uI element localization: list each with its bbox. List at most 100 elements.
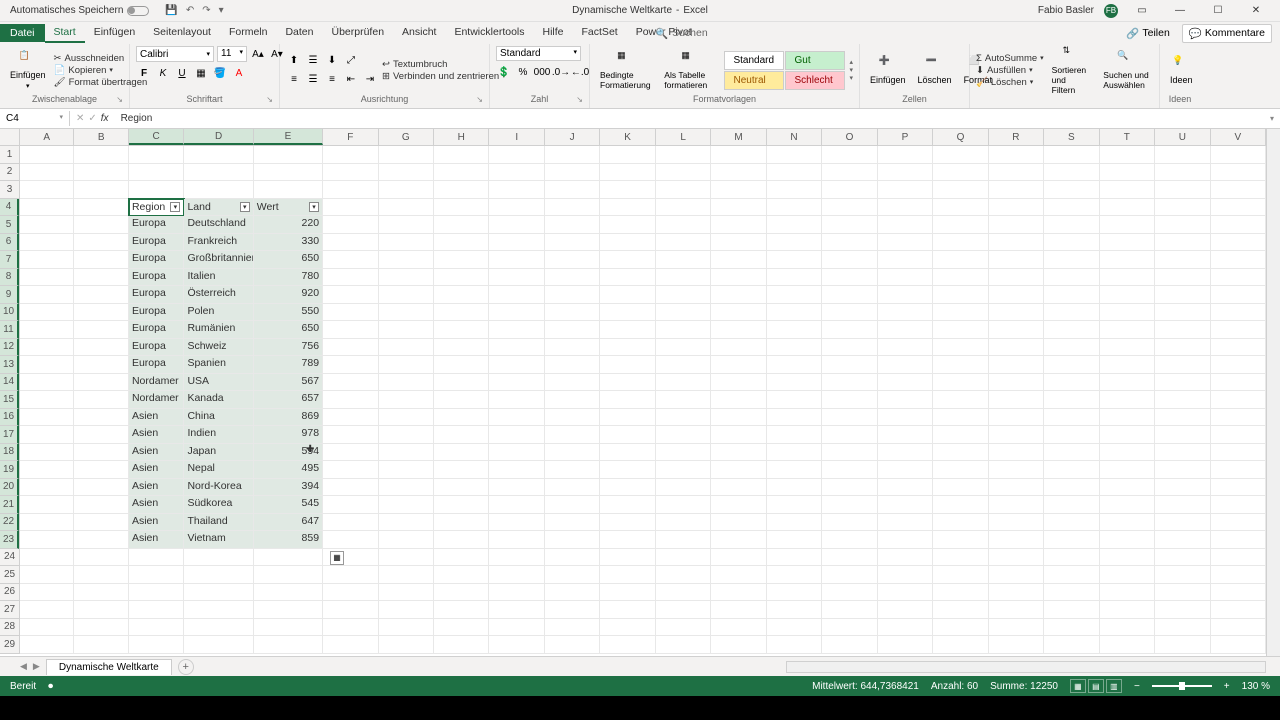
cell-B16[interactable] [74, 409, 128, 427]
cell-A10[interactable] [20, 304, 74, 322]
cell-S18[interactable] [1044, 444, 1099, 462]
cell-Q15[interactable] [933, 391, 988, 409]
cell-S21[interactable] [1044, 496, 1099, 514]
col-header-F[interactable]: F [323, 129, 378, 145]
cell-R16[interactable] [989, 409, 1044, 427]
cell-M17[interactable] [711, 426, 766, 444]
cell-H14[interactable] [434, 374, 489, 392]
tab-start[interactable]: Start [45, 23, 85, 43]
cell-K18[interactable] [600, 444, 655, 462]
row-header-3[interactable]: 3 [0, 181, 19, 199]
cell-P19[interactable] [878, 461, 933, 479]
cell-J20[interactable] [545, 479, 600, 497]
cell-T18[interactable] [1100, 444, 1155, 462]
cell-M8[interactable] [711, 269, 766, 287]
filter-dropdown-icon[interactable]: ▾ [309, 202, 319, 212]
cell-M1[interactable] [711, 146, 766, 164]
cell-N19[interactable] [767, 461, 822, 479]
cell-L21[interactable] [656, 496, 711, 514]
cell-F3[interactable] [323, 181, 378, 199]
cell-L23[interactable] [656, 531, 711, 549]
cell-H12[interactable] [434, 339, 489, 357]
delete-cells-button[interactable]: ➖Löschen [914, 53, 956, 87]
row-header-5[interactable]: 5 [0, 216, 19, 234]
cell-C15[interactable]: Nordamer [129, 391, 184, 409]
cell-R7[interactable] [989, 251, 1044, 269]
cell-T29[interactable] [1100, 636, 1155, 654]
cell-Q9[interactable] [933, 286, 988, 304]
col-header-R[interactable]: R [989, 129, 1044, 145]
cell-A17[interactable] [20, 426, 74, 444]
cell-T26[interactable] [1100, 584, 1155, 602]
name-box[interactable]: C4▾ [0, 111, 70, 126]
share-button[interactable]: 🔗 Teilen [1120, 25, 1176, 42]
style-schlecht[interactable]: Schlecht [785, 71, 845, 90]
cell-O28[interactable] [822, 619, 877, 637]
tab-hilfe[interactable]: Hilfe [534, 23, 573, 43]
cell-E23[interactable]: 859 [254, 531, 323, 549]
cell-I17[interactable] [489, 426, 544, 444]
cell-T10[interactable] [1100, 304, 1155, 322]
cell-S28[interactable] [1044, 619, 1099, 637]
cell-V25[interactable] [1211, 566, 1266, 584]
cell-T12[interactable] [1100, 339, 1155, 357]
cell-F10[interactable] [323, 304, 378, 322]
cell-U17[interactable] [1155, 426, 1210, 444]
cell-M14[interactable] [711, 374, 766, 392]
cell-E7[interactable]: 650 [254, 251, 323, 269]
cell-V16[interactable] [1211, 409, 1266, 427]
col-header-M[interactable]: M [711, 129, 766, 145]
cell-T1[interactable] [1100, 146, 1155, 164]
cell-F23[interactable] [323, 531, 378, 549]
cell-K29[interactable] [600, 636, 655, 654]
cell-A2[interactable] [20, 164, 74, 182]
cell-B10[interactable] [74, 304, 128, 322]
cell-I25[interactable] [489, 566, 544, 584]
cell-J23[interactable] [545, 531, 600, 549]
cell-B23[interactable] [74, 531, 128, 549]
quick-analysis-icon[interactable]: ▦ [330, 551, 344, 565]
cell-J28[interactable] [545, 619, 600, 637]
cell-U28[interactable] [1155, 619, 1210, 637]
cell-N27[interactable] [767, 601, 822, 619]
cell-E3[interactable] [254, 181, 323, 199]
cell-J2[interactable] [545, 164, 600, 182]
cell-K2[interactable] [600, 164, 655, 182]
cell-P27[interactable] [878, 601, 933, 619]
cell-J29[interactable] [545, 636, 600, 654]
cell-A25[interactable] [20, 566, 74, 584]
cell-R21[interactable] [989, 496, 1044, 514]
comma-button[interactable]: 000 [534, 64, 550, 80]
cell-R12[interactable] [989, 339, 1044, 357]
cell-T6[interactable] [1100, 234, 1155, 252]
cell-K25[interactable] [600, 566, 655, 584]
cell-H23[interactable] [434, 531, 489, 549]
cell-F27[interactable] [323, 601, 378, 619]
cell-A26[interactable] [20, 584, 74, 602]
cell-A21[interactable] [20, 496, 74, 514]
cell-K7[interactable] [600, 251, 655, 269]
cell-U10[interactable] [1155, 304, 1210, 322]
cell-I15[interactable] [489, 391, 544, 409]
row-header-13[interactable]: 13 [0, 356, 19, 374]
cell-Q5[interactable] [933, 216, 988, 234]
cell-R23[interactable] [989, 531, 1044, 549]
cell-G15[interactable] [379, 391, 434, 409]
cell-I5[interactable] [489, 216, 544, 234]
cell-J12[interactable] [545, 339, 600, 357]
cell-P2[interactable] [878, 164, 933, 182]
cell-S26[interactable] [1044, 584, 1099, 602]
fill-color-button[interactable]: 🪣 [212, 65, 228, 81]
cell-D8[interactable]: Italien [184, 269, 253, 287]
cell-N25[interactable] [767, 566, 822, 584]
cell-G28[interactable] [379, 619, 434, 637]
cell-H4[interactable] [434, 199, 489, 217]
undo-icon[interactable]: ↶ [186, 5, 194, 16]
col-header-G[interactable]: G [379, 129, 434, 145]
col-header-B[interactable]: B [74, 129, 128, 145]
cell-Q16[interactable] [933, 409, 988, 427]
cell-D12[interactable]: Schweiz [184, 339, 253, 357]
cell-F7[interactable] [323, 251, 378, 269]
autosum-button[interactable]: ΣAutoSumme▾ [976, 53, 1044, 64]
cell-U20[interactable] [1155, 479, 1210, 497]
